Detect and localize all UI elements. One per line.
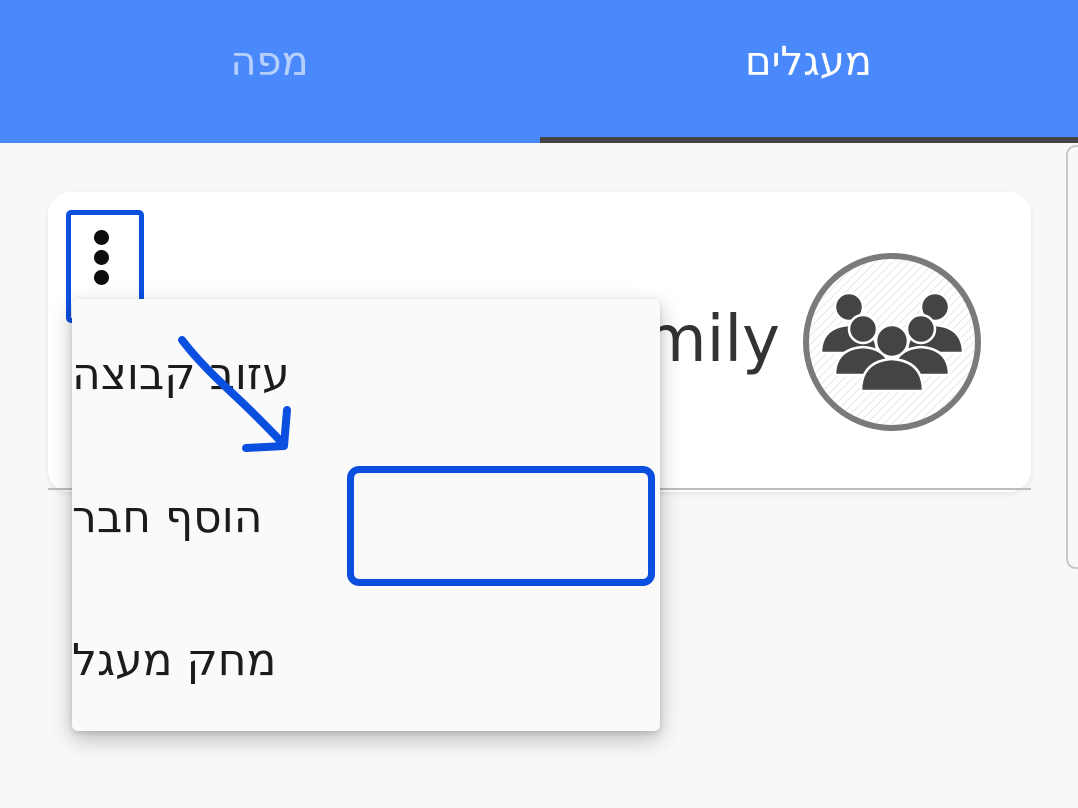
group-people-icon bbox=[803, 253, 981, 431]
active-tab-indicator bbox=[540, 137, 1078, 143]
menu-item-leave-group[interactable]: עזוב קבוצה bbox=[72, 309, 660, 439]
menu-item-delete-circle[interactable]: מחק מעגל bbox=[72, 595, 660, 725]
menu-item-label: מחק מעגל bbox=[72, 634, 277, 686]
menu-item-label: הוסף חבר bbox=[72, 491, 263, 543]
tab-map[interactable]: מפה bbox=[0, 0, 539, 143]
annotation-highlight-add-friend bbox=[347, 466, 655, 586]
tab-bar: מפה מעגלים bbox=[0, 0, 1078, 143]
menu-item-label: עזוב קבוצה bbox=[72, 348, 290, 400]
tab-circles[interactable]: מעגלים bbox=[539, 0, 1078, 143]
tab-circles-label: מעגלים bbox=[745, 38, 872, 85]
tab-map-label: מפה bbox=[230, 38, 309, 85]
side-panel-edge bbox=[1066, 145, 1078, 569]
